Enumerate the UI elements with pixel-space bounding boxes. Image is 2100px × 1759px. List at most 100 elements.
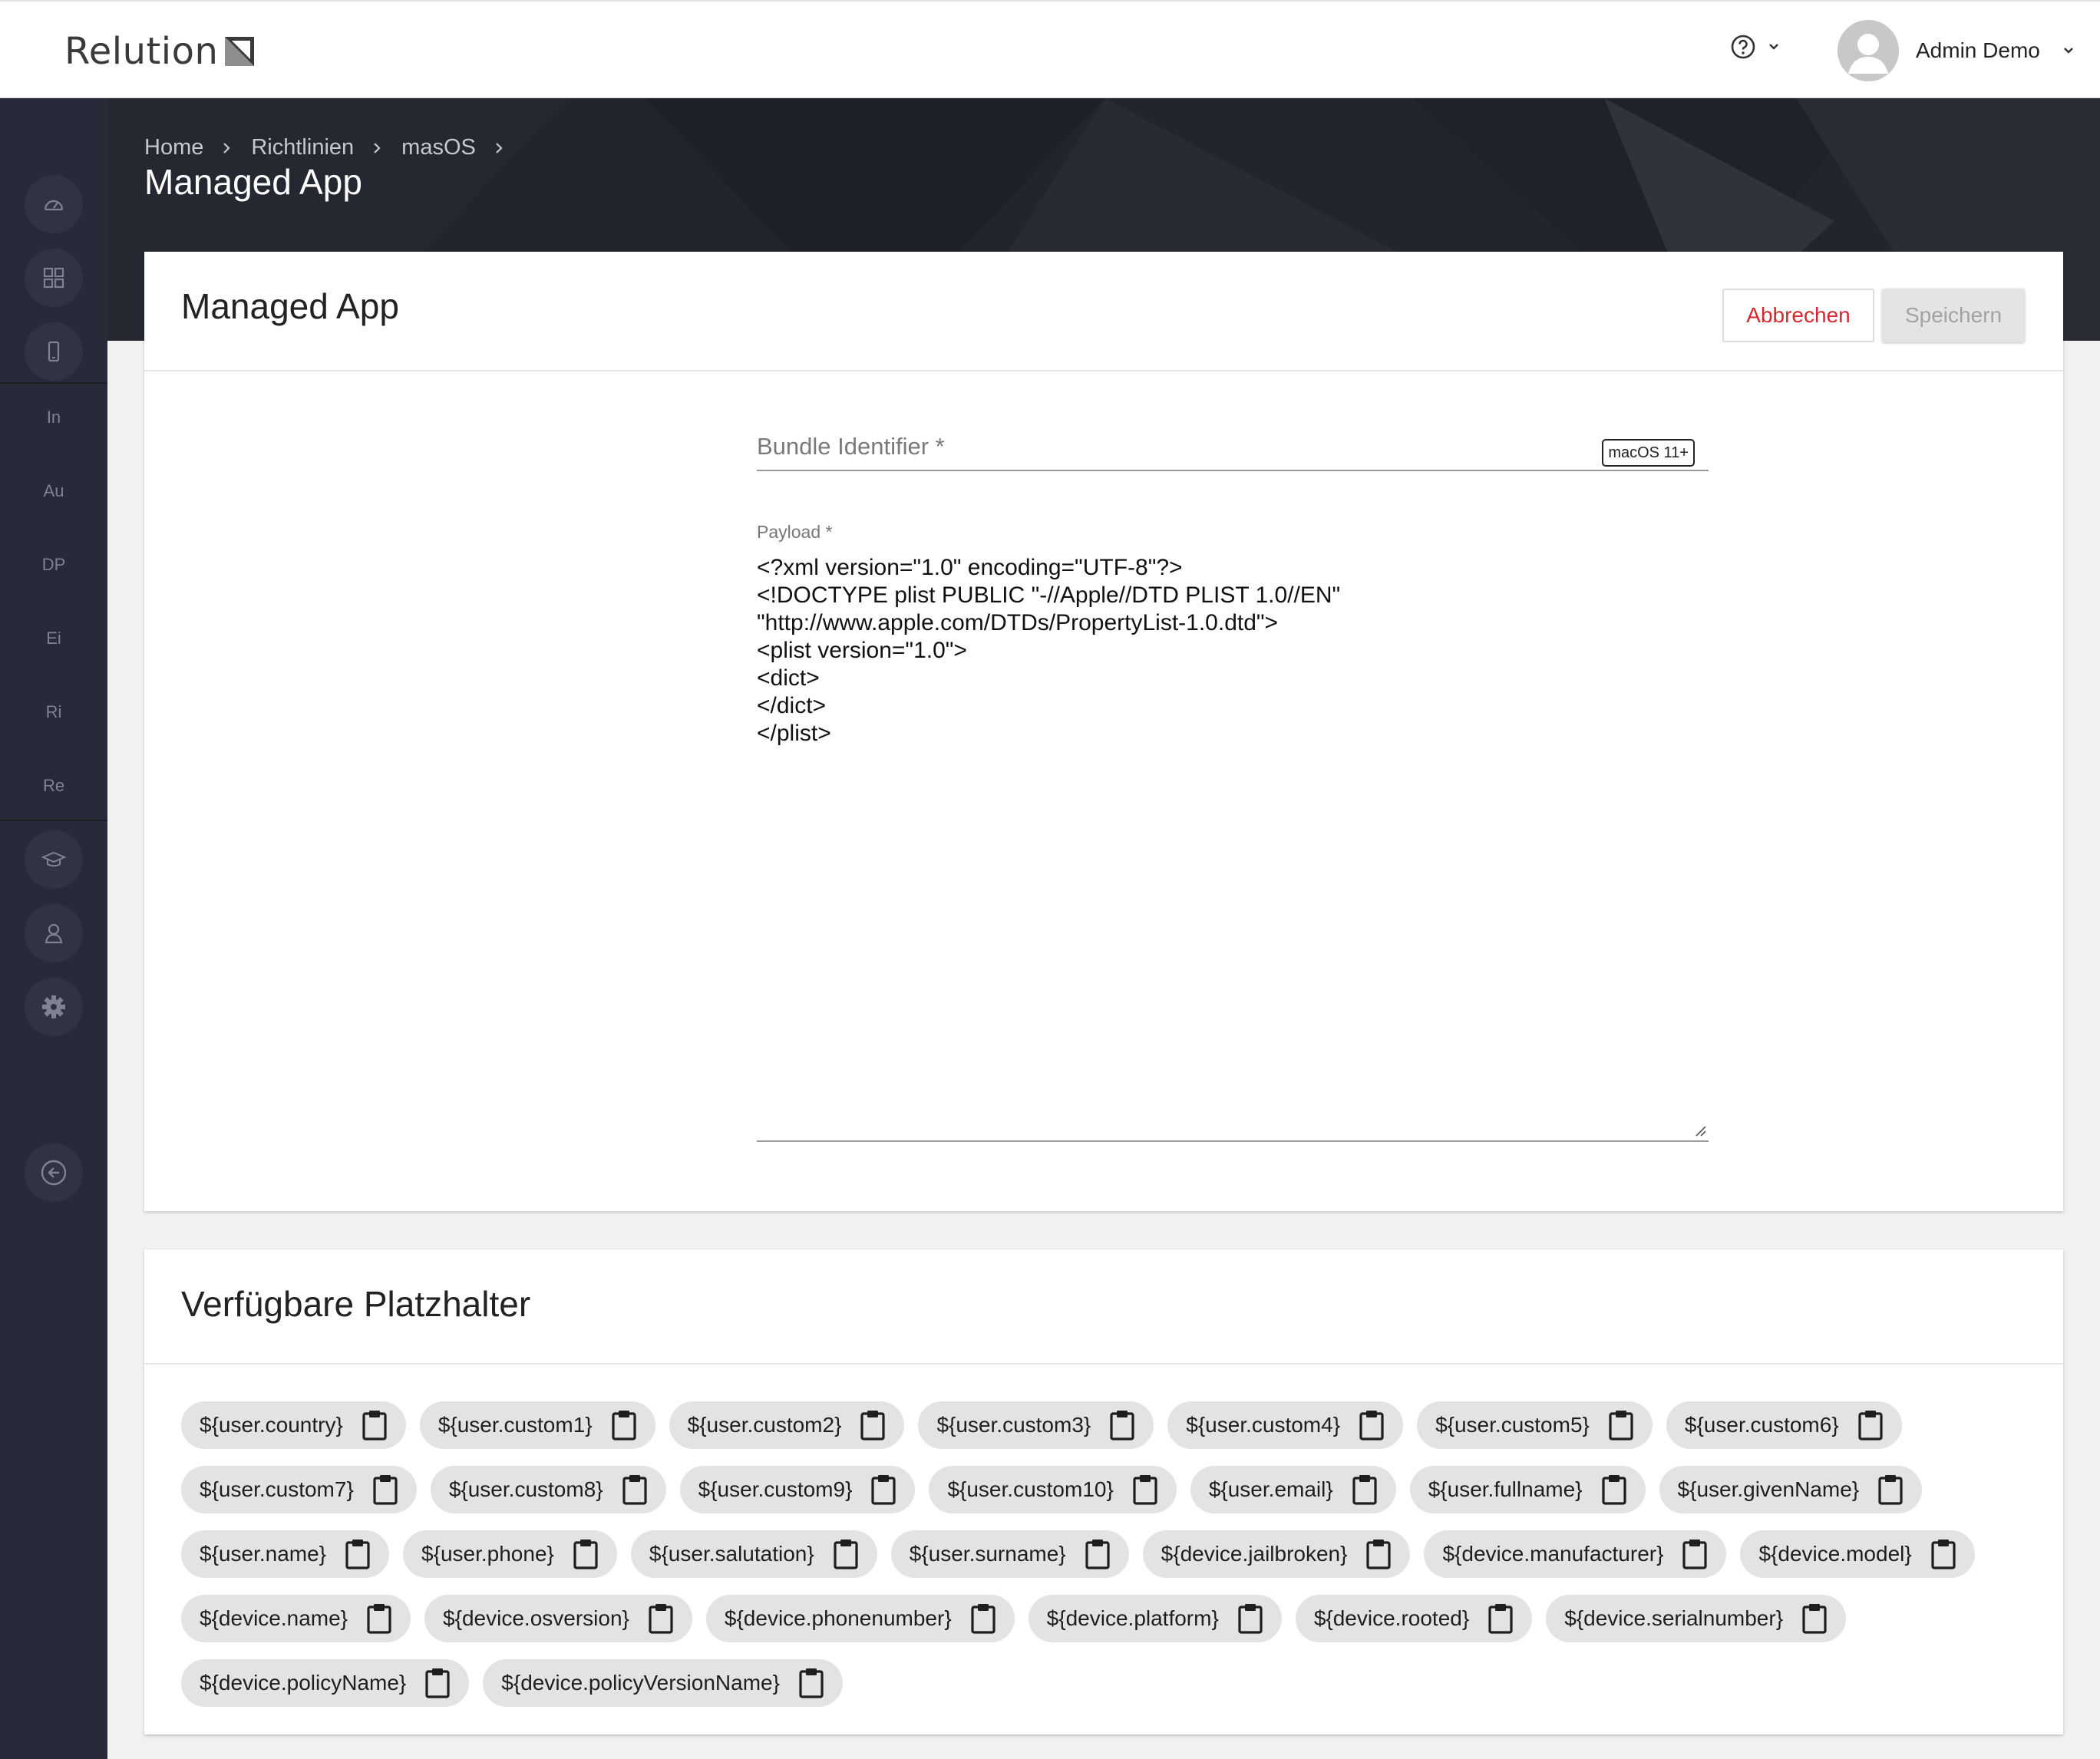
- placeholder-chip-label: ${user.custom5}: [1435, 1413, 1590, 1437]
- copy-clipboard-button[interactable]: [366, 1602, 392, 1635]
- clipboard-icon: [1238, 1604, 1263, 1634]
- placeholder-chip: ${user.custom10}: [929, 1466, 1177, 1513]
- chevron-right-icon: [374, 142, 381, 153]
- sidebar-item-settings[interactable]: [25, 978, 83, 1036]
- placeholder-chip: ${user.custom2}: [669, 1401, 905, 1449]
- placeholder-chip-label: ${device.policyName}: [200, 1671, 407, 1695]
- clipboard-icon: [799, 1668, 824, 1698]
- payload-line: <!DOCTYPE plist PUBLIC "-//Apple//DTD PL…: [757, 582, 1341, 608]
- clipboard-icon: [362, 1411, 387, 1441]
- copy-clipboard-button[interactable]: [424, 1667, 451, 1699]
- clipboard-icon: [1682, 1540, 1708, 1569]
- placeholder-chip: ${device.model}: [1740, 1530, 1975, 1578]
- sidebar-item-ei[interactable]: Ei: [25, 609, 83, 668]
- copy-clipboard-button[interactable]: [611, 1409, 637, 1441]
- sidebar-divider: [0, 382, 107, 384]
- copy-clipboard-button[interactable]: [573, 1538, 599, 1570]
- resize-handle-icon[interactable]: [1693, 1124, 1707, 1137]
- copy-clipboard-button[interactable]: [1365, 1538, 1392, 1570]
- copy-clipboard-button[interactable]: [1801, 1602, 1828, 1635]
- breadcrumb-home[interactable]: Home: [144, 135, 203, 160]
- copy-clipboard-button[interactable]: [970, 1602, 996, 1635]
- grid-icon: [43, 267, 64, 289]
- chevron-down-icon: [1769, 44, 1778, 50]
- sidebar-item-academy[interactable]: [25, 830, 83, 889]
- placeholder-chip: ${user.name}: [181, 1530, 390, 1578]
- copy-clipboard-button[interactable]: [622, 1474, 648, 1506]
- avatar: [1838, 20, 1899, 81]
- sidebar-item-dashboard[interactable]: [25, 175, 83, 233]
- clipboard-icon: [367, 1604, 391, 1634]
- clipboard-icon: [622, 1475, 647, 1505]
- clipboard-icon: [971, 1604, 996, 1634]
- payload-line: <dict>: [757, 665, 820, 691]
- placeholder-chip-label: ${user.custom7}: [200, 1477, 354, 1501]
- sidebar-item-re[interactable]: Re: [25, 757, 83, 815]
- copy-clipboard-button[interactable]: [1132, 1474, 1158, 1506]
- copy-clipboard-button[interactable]: [1877, 1474, 1904, 1506]
- sidebar-item-ri[interactable]: Ri: [25, 683, 83, 741]
- clipboard-icon: [573, 1540, 598, 1569]
- placeholder-chip-label: ${user.custom9}: [698, 1477, 853, 1501]
- save-button[interactable]: Speichern: [1882, 289, 2025, 342]
- clipboard-icon: [1359, 1411, 1384, 1441]
- placeholder-chip-label: ${user.fullname}: [1428, 1477, 1583, 1501]
- clipboard-icon: [373, 1475, 398, 1505]
- placeholder-chip: ${user.givenName}: [1659, 1466, 1923, 1513]
- placeholder-chip: ${user.country}: [181, 1401, 406, 1449]
- placeholder-chip: ${user.custom7}: [181, 1466, 417, 1513]
- copy-clipboard-button[interactable]: [362, 1409, 388, 1441]
- copy-clipboard-button[interactable]: [860, 1409, 886, 1441]
- placeholder-chip-label: ${device.jailbroken}: [1161, 1542, 1348, 1566]
- placeholder-chip: ${user.custom5}: [1417, 1401, 1653, 1449]
- clipboard-icon: [1352, 1475, 1377, 1505]
- copy-clipboard-button[interactable]: [648, 1602, 674, 1635]
- copy-clipboard-button[interactable]: [1109, 1409, 1135, 1441]
- help-menu[interactable]: [1730, 34, 1781, 60]
- copy-clipboard-button[interactable]: [1601, 1474, 1627, 1506]
- placeholder-chip-label: ${device.serialnumber}: [1564, 1606, 1784, 1630]
- copy-clipboard-button[interactable]: [1930, 1538, 1956, 1570]
- copy-clipboard-button[interactable]: [1682, 1538, 1708, 1570]
- copy-clipboard-button[interactable]: [1488, 1602, 1514, 1635]
- sidebar-item-in[interactable]: In: [25, 388, 83, 447]
- payload-line: "http://www.apple.com/DTDs/PropertyList-…: [757, 610, 1279, 635]
- copy-clipboard-button[interactable]: [345, 1538, 371, 1570]
- copy-clipboard-button[interactable]: [1085, 1538, 1111, 1570]
- copy-clipboard-button[interactable]: [798, 1667, 824, 1699]
- logo[interactable]: Relution: [64, 25, 255, 78]
- bundle-identifier-field[interactable]: Bundle Identifier * macOS 11+: [757, 427, 1709, 471]
- copy-clipboard-button[interactable]: [833, 1538, 859, 1570]
- placeholder-chip-label: ${user.surname}: [909, 1542, 1066, 1566]
- logo-mark-icon: [225, 37, 255, 66]
- placeholder-chip-label: ${device.model}: [1758, 1542, 1912, 1566]
- copy-clipboard-button[interactable]: [1237, 1602, 1263, 1635]
- clipboard-icon: [860, 1411, 886, 1441]
- sidebar-item-au[interactable]: Au: [25, 462, 83, 520]
- payload-textarea[interactable]: <?xml version="1.0" encoding="UTF-8"?> <…: [757, 554, 1709, 1142]
- placeholder-chip-label: ${device.phonenumber}: [724, 1606, 952, 1630]
- bundle-identifier-label: Bundle Identifier *: [757, 433, 945, 460]
- user-menu[interactable]: Admin Demo: [1838, 18, 2075, 83]
- sidebar-item-apps[interactable]: [25, 249, 83, 307]
- breadcrumb-richtlinien[interactable]: Richtlinien: [251, 135, 354, 160]
- copy-clipboard-button[interactable]: [372, 1474, 398, 1506]
- copy-clipboard-button[interactable]: [1359, 1409, 1385, 1441]
- cancel-button[interactable]: Abbrechen: [1722, 289, 1874, 342]
- copy-clipboard-button[interactable]: [1857, 1409, 1884, 1441]
- sidebar-item-dp[interactable]: DP: [25, 536, 83, 594]
- copy-clipboard-button[interactable]: [870, 1474, 896, 1506]
- clipboard-icon: [1110, 1411, 1134, 1441]
- sidebar-item-devices[interactable]: [25, 322, 83, 381]
- clipboard-icon: [1133, 1475, 1157, 1505]
- copy-clipboard-button[interactable]: [1608, 1409, 1634, 1441]
- breadcrumb: Home Richtlinien masOS: [144, 135, 523, 160]
- sidebar: In Au DP Ei Ri Re: [0, 98, 107, 1759]
- sidebar-item-collapse[interactable]: [25, 1144, 83, 1202]
- copy-clipboard-button[interactable]: [1352, 1474, 1378, 1506]
- sidebar-item-users[interactable]: [25, 904, 83, 962]
- placeholder-chip: ${user.fullname}: [1409, 1466, 1646, 1513]
- breadcrumb-macos[interactable]: masOS: [401, 135, 476, 160]
- graduation-cap-icon: [41, 851, 66, 867]
- payload-label: Payload *: [757, 522, 833, 542]
